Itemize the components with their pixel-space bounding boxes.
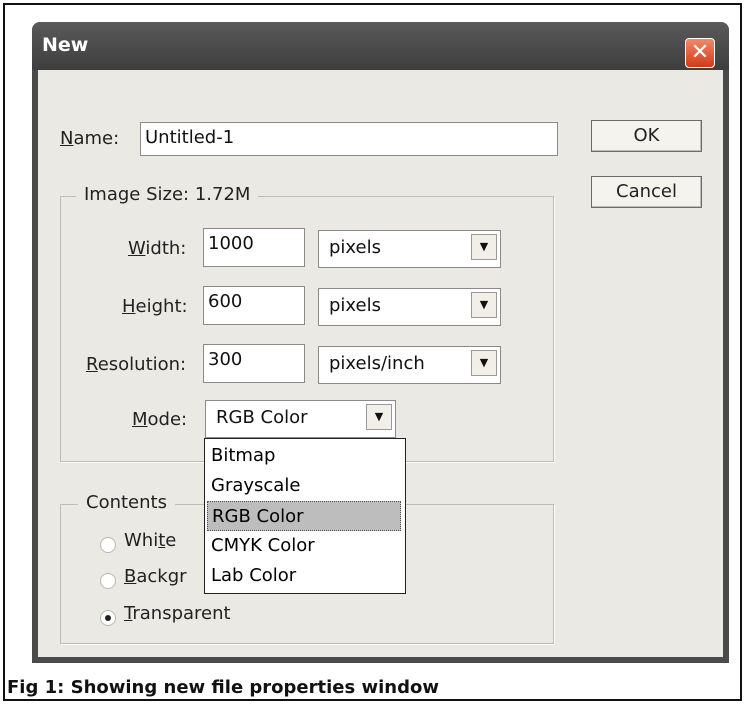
mode-option-lab-color[interactable]: Lab Color (207, 561, 405, 591)
background-radio-label[interactable]: Backgr (124, 566, 187, 587)
width-input[interactable]: 1000 (203, 228, 305, 267)
white-radio-label[interactable]: White (124, 530, 176, 551)
dialog-body: Name: Untitled-1 OK Cancel Image Size: 1… (38, 70, 723, 657)
transparent-radio[interactable] (100, 610, 116, 626)
mode-value: RGB Color (216, 407, 308, 428)
mode-option-rgb-color[interactable]: RGB Color (207, 501, 401, 531)
height-unit-value: pixels (329, 295, 381, 316)
white-radio[interactable] (100, 537, 116, 553)
width-unit-select[interactable]: pixels ▼ (318, 230, 501, 268)
contents-heading: Contents (78, 492, 175, 513)
mode-dropdown-list[interactable]: Bitmap Grayscale RGB Color CMYK Color La… (204, 438, 406, 594)
mode-option-bitmap[interactable]: Bitmap (207, 441, 405, 471)
resolution-unit-value: pixels/inch (329, 353, 425, 374)
close-icon: ✕ (690, 40, 710, 65)
mode-label: Mode: (132, 409, 188, 430)
height-label: Height: (122, 296, 188, 317)
close-button[interactable]: ✕ (685, 38, 715, 68)
window-title: New (42, 34, 89, 56)
mode-select[interactable]: RGB Color ▼ (205, 400, 396, 438)
width-unit-value: pixels (329, 237, 381, 258)
height-input[interactable]: 600 (203, 286, 305, 325)
background-radio[interactable] (100, 573, 116, 589)
mode-option-cmyk-color[interactable]: CMYK Color (207, 531, 405, 561)
name-input[interactable]: Untitled-1 (140, 122, 558, 156)
transparent-radio-label[interactable]: Transparent (124, 603, 231, 624)
chevron-down-icon[interactable]: ▼ (471, 350, 497, 376)
new-dialog-window: New ✕ Name: Untitled-1 OK Cancel Image S… (32, 22, 729, 663)
cancel-button[interactable]: Cancel (591, 176, 702, 208)
figure-caption: Fig 1: Showing new file properties windo… (7, 677, 439, 698)
title-bar[interactable]: New ✕ (32, 22, 729, 70)
image-size-value: 1.72M (194, 184, 251, 205)
mode-option-grayscale[interactable]: Grayscale (207, 471, 405, 501)
name-label: Name: (60, 128, 120, 149)
height-unit-select[interactable]: pixels ▼ (318, 288, 501, 326)
resolution-input[interactable]: 300 (203, 344, 305, 383)
image-size-heading: Image Size: 1.72M (76, 184, 259, 205)
width-label: Width: (128, 238, 187, 259)
chevron-down-icon[interactable]: ▼ (471, 234, 497, 260)
chevron-down-icon[interactable]: ▼ (471, 292, 497, 318)
resolution-unit-select[interactable]: pixels/inch ▼ (318, 346, 501, 384)
chevron-down-icon[interactable]: ▼ (366, 404, 392, 430)
resolution-label: Resolution: (86, 354, 187, 375)
ok-button[interactable]: OK (591, 120, 702, 152)
